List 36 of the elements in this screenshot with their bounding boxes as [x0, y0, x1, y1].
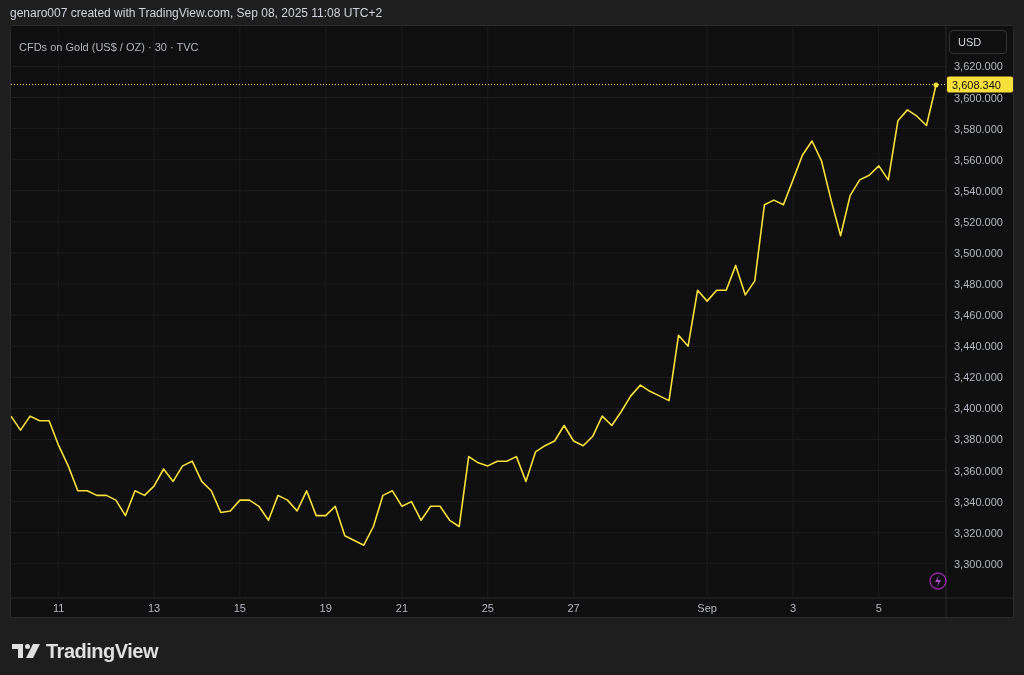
time-axis-label: 11	[52, 602, 65, 614]
time-axis-label: 25	[481, 602, 494, 614]
attribution-text: genaro007 created with TradingView.com, Sep 08, 2025 11:08 UTC+2	[10, 4, 383, 22]
price-axis-label: 3,420.000	[954, 371, 1003, 384]
price-axis-label: 3,400.000	[954, 402, 1003, 415]
time-axis-label: 27	[567, 602, 580, 614]
ref-line-label: 3,608.340	[952, 78, 1001, 91]
price-axis-label: 3,620.000	[954, 60, 1003, 73]
price-axis-label: 3,520.000	[954, 215, 1003, 228]
time-axis-label: 5	[875, 602, 882, 614]
price-axis-label: 3,380.000	[954, 433, 1003, 446]
last-price-dot	[933, 82, 939, 88]
price-axis-label: 3,300.000	[954, 557, 1003, 570]
price-axis-label: 3,540.000	[954, 184, 1003, 197]
symbol-legend: CFDs on Gold (US$ / OZ) · 30 · TVC	[19, 41, 199, 53]
price-axis-label: 3,560.000	[954, 153, 1003, 166]
price-axis-label: 3,500.000	[954, 246, 1003, 259]
price-axis-label: 3,460.000	[954, 309, 1003, 322]
last-price-label: 3,608.340	[947, 76, 1013, 93]
price-axis-label: 3,340.000	[954, 495, 1003, 508]
price-axis-label: 3,580.000	[954, 122, 1003, 135]
time-axis-label: 15	[233, 602, 246, 614]
price-axis-label: 3,320.000	[954, 526, 1003, 539]
logo-icon	[12, 643, 40, 659]
time-axis-label: 13	[147, 602, 161, 614]
price-axis-label: 3,600.000	[954, 91, 1003, 104]
time-axis-label: Sep	[697, 602, 717, 614]
price-axis-label: 3,360.000	[954, 464, 1003, 477]
price-axis-label: 3,480.000	[954, 278, 1003, 290]
logo-text: TradingView	[46, 639, 158, 664]
time-axis-label: 21	[395, 602, 409, 614]
time-axis-label: 19	[319, 602, 332, 614]
time-axis-label: 3	[789, 602, 796, 614]
currency-button[interactable]: USD	[949, 30, 1007, 54]
price-axis-label: 3,440.000	[954, 340, 1003, 353]
lightning-icon[interactable]	[929, 572, 947, 590]
